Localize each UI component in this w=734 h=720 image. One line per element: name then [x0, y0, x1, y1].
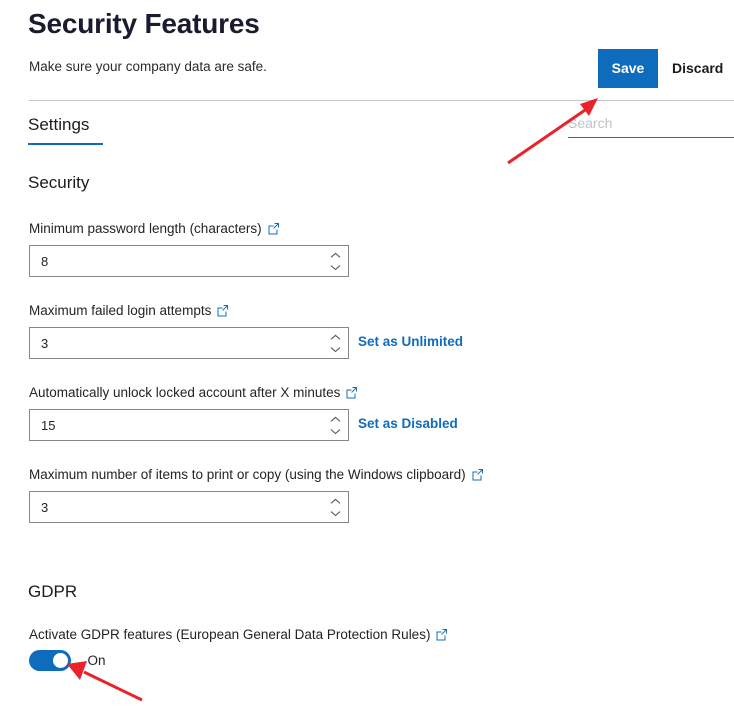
chevron-up-icon[interactable]	[326, 332, 344, 342]
external-link-icon[interactable]	[471, 468, 484, 481]
toggle-knob	[53, 653, 68, 668]
minimum-password-length-input[interactable]	[30, 246, 322, 276]
input-auto-unlock-locked-account[interactable]	[29, 409, 349, 441]
chevron-down-icon[interactable]	[326, 426, 344, 436]
page-subtitle: Make sure your company data are safe.	[29, 59, 267, 74]
header-divider	[29, 100, 734, 101]
field-label-minimum-password-length: Minimum password length (characters)	[29, 221, 280, 236]
section-heading-gdpr: GDPR	[28, 582, 78, 601]
field-label-text: Maximum number of items to print or copy…	[29, 467, 466, 482]
section-heading-security: Security	[28, 173, 90, 192]
discard-button[interactable]: Discard	[672, 49, 723, 88]
field-label-auto-unlock-locked-account: Automatically unlock locked account afte…	[29, 385, 358, 400]
chevron-up-icon[interactable]	[326, 414, 344, 424]
chevron-up-icon[interactable]	[326, 496, 344, 506]
gdpr-toggle[interactable]	[29, 650, 71, 671]
auto-unlock-minutes-input[interactable]	[30, 410, 322, 440]
max-items-print-or-copy-input[interactable]	[30, 492, 322, 522]
field-label-max-items-print-or-copy: Maximum number of items to print or copy…	[29, 467, 484, 482]
input-minimum-password-length[interactable]	[29, 245, 349, 277]
external-link-icon[interactable]	[345, 386, 358, 399]
input-max-items-print-or-copy[interactable]	[29, 491, 349, 523]
field-label-text: Maximum failed login attempts	[29, 303, 212, 318]
chevron-down-icon[interactable]	[326, 262, 344, 272]
external-link-icon[interactable]	[216, 304, 229, 317]
field-label-maximum-failed-login-attempts: Maximum failed login attempts	[29, 303, 229, 318]
number-spinner-maximum-failed-login-attempts[interactable]	[324, 329, 346, 357]
field-label-activate-gdpr-features: Activate GDPR features (European General…	[29, 627, 448, 642]
annotation-arrows-overlay	[67, 98, 598, 702]
search-field[interactable]	[568, 112, 734, 142]
security-features-page: Security Features Make sure your company…	[0, 0, 734, 720]
chevron-down-icon[interactable]	[326, 344, 344, 354]
number-spinner-max-items-print-or-copy[interactable]	[324, 493, 346, 521]
external-link-icon[interactable]	[267, 222, 280, 235]
set-as-unlimited-link[interactable]: Set as Unlimited	[358, 334, 463, 349]
external-link-icon[interactable]	[435, 628, 448, 641]
gdpr-toggle-row: On	[29, 650, 105, 671]
search-input[interactable]	[568, 112, 734, 138]
number-spinner-auto-unlock-minutes[interactable]	[324, 411, 346, 439]
tab-settings-active-indicator	[28, 143, 103, 145]
page-title: Security Features	[28, 8, 260, 39]
chevron-down-icon[interactable]	[326, 508, 344, 518]
set-as-disabled-link[interactable]: Set as Disabled	[358, 416, 458, 431]
gdpr-toggle-state-label: On	[87, 653, 106, 668]
input-maximum-failed-login-attempts[interactable]	[29, 327, 349, 359]
maximum-failed-login-attempts-input[interactable]	[30, 328, 322, 358]
tab-settings[interactable]: Settings	[28, 115, 89, 142]
field-label-text: Automatically unlock locked account afte…	[29, 385, 341, 400]
number-spinner-minimum-password-length[interactable]	[324, 247, 346, 275]
save-button[interactable]: Save	[598, 49, 658, 88]
field-label-text: Minimum password length (characters)	[29, 221, 262, 236]
field-label-text: Activate GDPR features (European General…	[29, 627, 431, 642]
chevron-up-icon[interactable]	[326, 250, 344, 260]
